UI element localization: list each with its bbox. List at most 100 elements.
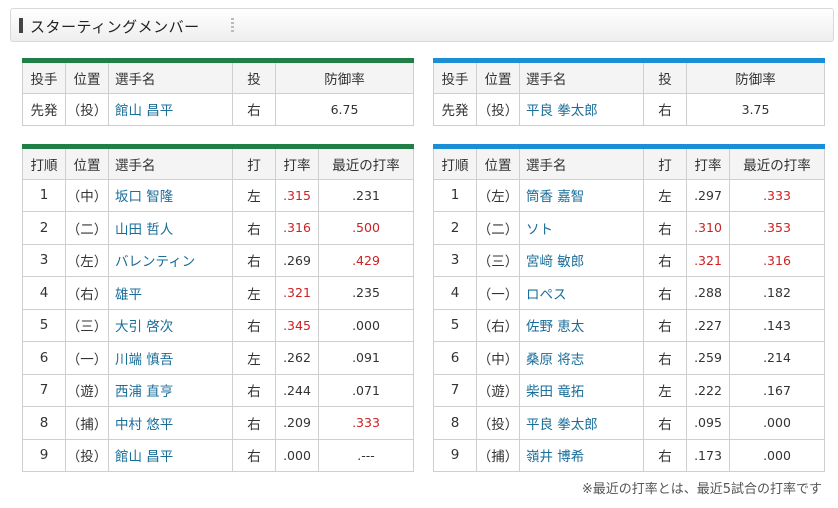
batting-average: .288 — [686, 276, 730, 310]
batter-hand: 右 — [232, 243, 276, 277]
table-header-row: 打順 位置 選手名 打 打率 最近の打率 — [22, 146, 414, 180]
batter-name-link[interactable]: ソト — [519, 211, 644, 245]
pitcher-hand: 右 — [232, 92, 276, 126]
table-row: 先発 （投） 館山 昌平 右 6.75 — [22, 92, 414, 126]
right-batting-order-table: 打順 位置 選手名 打 打率 最近の打率 1 （左） 筒香 嘉智左 .297.333 2… — [433, 144, 825, 472]
batter-name-link[interactable]: ロペス — [519, 276, 644, 310]
table-header-row: 打順 位置 選手名 打 打率 最近の打率 — [433, 146, 825, 180]
batting-order: 8 — [433, 406, 477, 440]
batter-hand: 右 — [232, 211, 276, 245]
batter-position: （遊） — [65, 373, 109, 407]
batter-position: （捕） — [65, 406, 109, 440]
table-row: 先発 （投） 平良 拳太郎 右 3.75 — [433, 92, 825, 126]
batter-hand: 左 — [232, 178, 276, 212]
pitcher-name-link[interactable]: 館山 昌平 — [108, 92, 233, 126]
batting-order: 3 — [22, 243, 66, 277]
header-cell: 選手名 — [519, 60, 644, 94]
batter-hand: 右 — [232, 308, 276, 342]
pitcher-era: 3.75 — [686, 92, 825, 126]
table-row: 4 （一） ロペス右 .288.182 — [433, 276, 825, 310]
batter-name-link[interactable]: 雄平 — [108, 276, 233, 310]
batter-name-link[interactable]: 柴田 竜拓 — [519, 373, 644, 407]
table-header-row: 投手 位置 選手名 投 防御率 — [433, 60, 825, 94]
batter-name-link[interactable]: 宮﨑 敏郎 — [519, 243, 644, 277]
batter-name-link[interactable]: 大引 啓次 — [108, 308, 233, 342]
header-cell: 最近の打率 — [729, 146, 825, 180]
recent-average: .429 — [318, 243, 414, 277]
batting-average: .262 — [275, 341, 319, 375]
batting-order: 2 — [22, 211, 66, 245]
batting-order: 1 — [433, 178, 477, 212]
recent-average: .214 — [729, 341, 825, 375]
batter-position: （投） — [65, 438, 109, 472]
recent-average: .500 — [318, 211, 414, 245]
recent-average: .000 — [318, 308, 414, 342]
batter-name-link[interactable]: 平良 拳太郎 — [519, 406, 644, 440]
batting-average: .345 — [275, 308, 319, 342]
recent-average: .000 — [729, 406, 825, 440]
header-cell: 投手 — [433, 60, 477, 94]
batter-name-link[interactable]: 佐野 恵太 — [519, 308, 644, 342]
table-row: 6 （一） 川端 慎吾左 .262.091 — [22, 341, 414, 375]
table-row: 1 （中） 坂口 智隆左 .315.231 — [22, 178, 414, 212]
header-cell: 位置 — [65, 60, 109, 94]
batting-order: 9 — [22, 438, 66, 472]
batter-hand: 左 — [232, 276, 276, 310]
recent-average: .231 — [318, 178, 414, 212]
batter-position: （遊） — [476, 373, 520, 407]
batting-average: .297 — [686, 178, 730, 212]
batter-name-link[interactable]: 川端 慎吾 — [108, 341, 233, 375]
batting-average: .316 — [275, 211, 319, 245]
pitcher-name-link[interactable]: 平良 拳太郎 — [519, 92, 644, 126]
table-row: 8 （捕） 中村 悠平右 .209.333 — [22, 406, 414, 440]
table-row: 6 （中） 桑原 将志右 .259.214 — [433, 341, 825, 375]
batter-name-link[interactable]: 桑原 将志 — [519, 341, 644, 375]
header-cell: 打 — [643, 146, 687, 180]
batter-name-link[interactable]: 山田 哲人 — [108, 211, 233, 245]
batting-average: .321 — [275, 276, 319, 310]
header-cell: 最近の打率 — [318, 146, 414, 180]
batting-average: .209 — [275, 406, 319, 440]
batter-hand: 右 — [232, 373, 276, 407]
pitcher-era: 6.75 — [275, 92, 414, 126]
batting-order: 2 — [433, 211, 477, 245]
batter-hand: 左 — [232, 341, 276, 375]
batter-position: （二） — [65, 211, 109, 245]
batting-order: 5 — [22, 308, 66, 342]
left-pitcher-table: 投手 位置 選手名 投 防御率 先発 （投） 館山 昌平 右 6.75 — [22, 58, 414, 126]
batter-name-link[interactable]: 館山 昌平 — [108, 438, 233, 472]
batter-name-link[interactable]: 嶺井 博希 — [519, 438, 644, 472]
header-cell: 打順 — [433, 146, 477, 180]
header-cell: 防御率 — [275, 60, 414, 94]
batter-position: （中） — [476, 341, 520, 375]
batter-name-link[interactable]: バレンティン — [108, 243, 233, 277]
batter-hand: 右 — [232, 406, 276, 440]
recent-average: .333 — [318, 406, 414, 440]
batter-hand: 右 — [643, 438, 687, 472]
pitcher-role: 先発 — [433, 92, 477, 126]
batter-name-link[interactable]: 西浦 直亨 — [108, 373, 233, 407]
batter-name-link[interactable]: 筒香 嘉智 — [519, 178, 644, 212]
header-cell: 位置 — [65, 146, 109, 180]
recent-average: .316 — [729, 243, 825, 277]
batting-order: 4 — [22, 276, 66, 310]
header-cell: 打順 — [22, 146, 66, 180]
recent-average: .--- — [318, 438, 414, 472]
table-row: 1 （左） 筒香 嘉智左 .297.333 — [433, 178, 825, 212]
batting-order: 7 — [433, 373, 477, 407]
batting-average: .173 — [686, 438, 730, 472]
table-row: 7 （遊） 柴田 竜拓左 .222.167 — [433, 373, 825, 407]
header-cell: 位置 — [476, 146, 520, 180]
table-row: 3 （三） 宮﨑 敏郎右 .321.316 — [433, 243, 825, 277]
table-row: 7 （遊） 西浦 直亨右 .244.071 — [22, 373, 414, 407]
table-row: 2 （二） 山田 哲人右 .316.500 — [22, 211, 414, 245]
batting-order: 9 — [433, 438, 477, 472]
batter-name-link[interactable]: 坂口 智隆 — [108, 178, 233, 212]
batter-name-link[interactable]: 中村 悠平 — [108, 406, 233, 440]
batter-position: （三） — [65, 308, 109, 342]
batter-position: （右） — [476, 308, 520, 342]
header-cell: 選手名 — [108, 146, 233, 180]
pitcher-role: 先発 — [22, 92, 66, 126]
batting-average: .000 — [275, 438, 319, 472]
batting-average: .269 — [275, 243, 319, 277]
